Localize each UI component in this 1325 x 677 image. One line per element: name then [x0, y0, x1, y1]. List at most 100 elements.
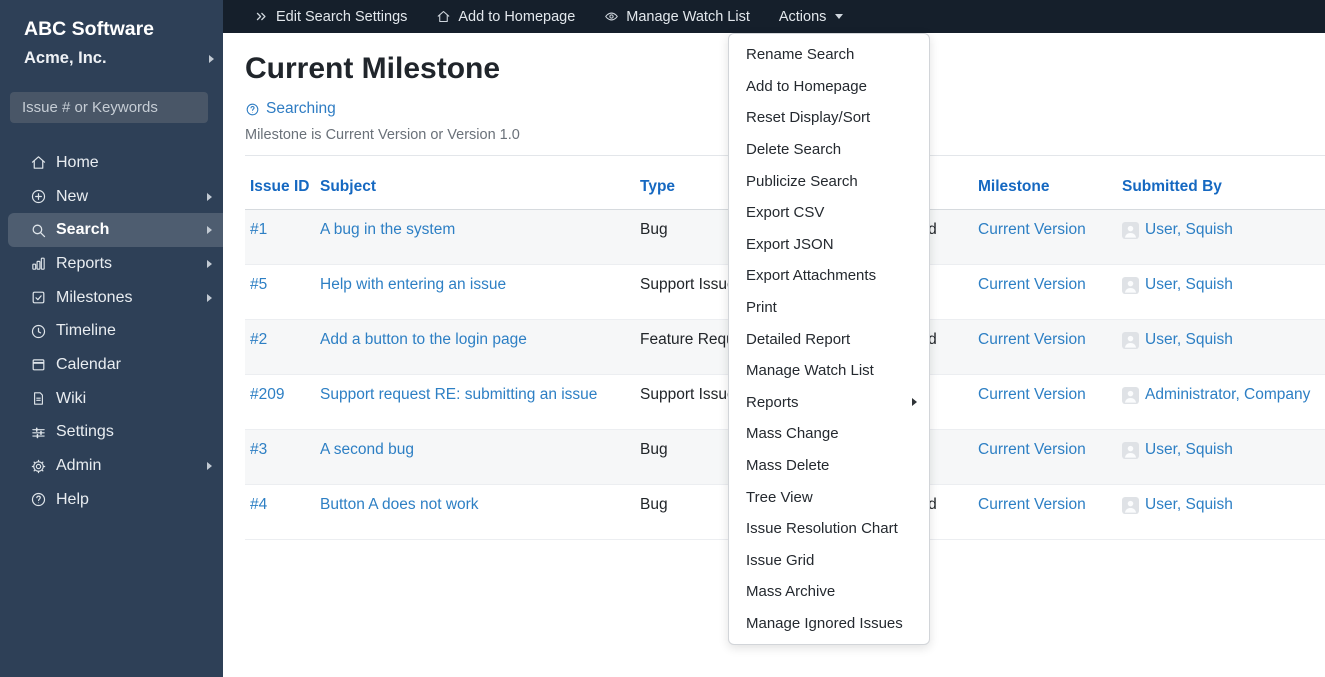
menu-item[interactable]: Mass Change [729, 418, 929, 450]
searching-help-label: Searching [266, 100, 336, 117]
sidebar-item[interactable]: Timeline [0, 314, 223, 348]
sidebar-item[interactable]: New [0, 180, 223, 214]
chevron-right-icon [207, 462, 212, 471]
menu-item-label: Add to Homepage [746, 77, 867, 95]
menu-item[interactable]: Export CSV [729, 197, 929, 229]
menu-item[interactable]: Export JSON [729, 229, 929, 261]
menu-item[interactable]: Tree View [729, 481, 929, 513]
milestone-link[interactable]: Current Version [978, 276, 1086, 293]
sidebar-item[interactable]: Search [8, 213, 223, 248]
sidebar-item-label: Admin [56, 457, 102, 475]
menu-item-label: Export CSV [746, 204, 825, 222]
column-header[interactable]: Submitted By [1122, 155, 1325, 210]
menu-item[interactable]: Print [729, 292, 929, 324]
submitted-by-link[interactable]: Administrator, Company [1145, 386, 1310, 404]
sidebar-item-label: Help [56, 490, 89, 508]
issue-subject-link[interactable]: A second bug [320, 441, 414, 458]
chevron-right-icon [209, 54, 214, 63]
menu-item[interactable]: Mass Delete [729, 450, 929, 482]
milestone-link[interactable]: Current Version [978, 441, 1086, 458]
topbar-item[interactable]: Actions [779, 9, 844, 25]
sidebar: ABC Software Acme, Inc. Home New [0, 0, 223, 677]
topbar-item[interactable]: Manage Watch List [604, 9, 750, 25]
submitter-cell: User, Squish [1122, 221, 1233, 239]
bar-chart-icon [30, 255, 47, 272]
sidebar-item[interactable]: Home [0, 146, 223, 180]
issue-id-link[interactable]: #209 [250, 386, 284, 403]
submitted-by-link[interactable]: User, Squish [1145, 221, 1233, 239]
milestone-link[interactable]: Current Version [978, 221, 1086, 238]
clock-icon [30, 323, 47, 340]
sidebar-item[interactable]: Wiki [0, 382, 223, 416]
column-header[interactable]: Subject [320, 155, 640, 210]
menu-item[interactable]: Export Attachments [729, 260, 929, 292]
menu-item[interactable]: Delete Search [729, 134, 929, 166]
organization-selector[interactable]: Acme, Inc. [24, 49, 214, 68]
issue-id-link[interactable]: #5 [250, 276, 267, 293]
issue-subject-link[interactable]: Support request RE: submitting an issue [320, 386, 597, 403]
avatar-icon [1122, 496, 1139, 514]
milestone-link[interactable]: Current Version [978, 331, 1086, 348]
avatar-icon [1122, 276, 1139, 294]
issue-id-link[interactable]: #1 [250, 221, 267, 238]
topbar-item[interactable]: Add to Homepage [436, 9, 575, 25]
avatar-icon [1122, 331, 1139, 349]
submitted-by-link[interactable]: User, Squish [1145, 496, 1233, 514]
submitter-cell: User, Squish [1122, 496, 1233, 514]
issue-subject-link[interactable]: A bug in the system [320, 221, 455, 238]
home-icon [436, 9, 451, 24]
issue-id-link[interactable]: #4 [250, 496, 267, 513]
eye-icon [604, 9, 619, 24]
chevron-right-icon [207, 226, 212, 235]
menu-item[interactable]: Reports [729, 387, 929, 419]
menu-item[interactable]: Publicize Search [729, 165, 929, 197]
menu-item-label: Export JSON [746, 235, 834, 253]
gear-icon [30, 458, 47, 475]
issue-subject-link[interactable]: Help with entering an issue [320, 276, 506, 293]
menu-item[interactable]: Mass Archive [729, 576, 929, 608]
sidebar-item-label: Calendar [56, 355, 121, 373]
menu-item[interactable]: Issue Resolution Chart [729, 513, 929, 545]
sidebar-item[interactable]: Help [0, 483, 223, 517]
menu-item-label: Mass Delete [746, 457, 830, 475]
sidebar-item[interactable]: Milestones [0, 281, 223, 315]
menu-item-label: Mass Change [746, 425, 839, 443]
menu-item[interactable]: Rename Search [729, 39, 929, 71]
column-header[interactable]: Milestone [978, 155, 1122, 210]
issue-subject-link[interactable]: Button A does not work [320, 496, 479, 513]
menu-item-label: Tree View [746, 488, 813, 506]
submitted-by-link[interactable]: User, Squish [1145, 276, 1233, 294]
submitted-by-link[interactable]: User, Squish [1145, 441, 1233, 459]
column-header[interactable]: Issue ID [245, 155, 320, 210]
submenu-arrow-icon [912, 398, 917, 407]
menu-item[interactable]: Add to Homepage [729, 71, 929, 103]
chevron-right-icon [207, 192, 212, 201]
sidebar-item[interactable]: Calendar [0, 348, 223, 382]
menu-item[interactable]: Issue Grid [729, 545, 929, 577]
menu-item-label: Manage Watch List [746, 362, 874, 380]
menu-item[interactable]: Manage Watch List [729, 355, 929, 387]
menu-item-label: Issue Resolution Chart [746, 520, 898, 538]
question-circle-icon [30, 491, 47, 508]
milestone-link[interactable]: Current Version [978, 496, 1086, 513]
sidebar-item[interactable]: Admin [0, 449, 223, 483]
sliders-icon [30, 424, 47, 441]
sidebar-item[interactable]: Settings [0, 416, 223, 450]
submitter-cell: User, Squish [1122, 441, 1233, 459]
organization-name: Acme, Inc. [24, 49, 107, 67]
menu-item[interactable]: Detailed Report [729, 323, 929, 355]
milestone-link[interactable]: Current Version [978, 386, 1086, 403]
issue-subject-link[interactable]: Add a button to the login page [320, 331, 527, 348]
topbar-item[interactable]: Edit Search Settings [254, 9, 407, 25]
issue-id-link[interactable]: #3 [250, 441, 267, 458]
menu-item[interactable]: Reset Display/Sort [729, 102, 929, 134]
sidebar-item-label: Search [56, 221, 110, 239]
issue-id-link[interactable]: #2 [250, 331, 267, 348]
searching-help-link[interactable]: Searching [245, 100, 336, 118]
app-window: ABC Software Acme, Inc. Home New [0, 0, 1325, 677]
search-input[interactable] [10, 99, 208, 116]
submitted-by-link[interactable]: User, Squish [1145, 331, 1233, 349]
sidebar-item[interactable]: Reports [0, 247, 223, 281]
menu-item-label: Publicize Search [746, 172, 858, 190]
menu-item[interactable]: Manage Ignored Issues [729, 608, 929, 640]
